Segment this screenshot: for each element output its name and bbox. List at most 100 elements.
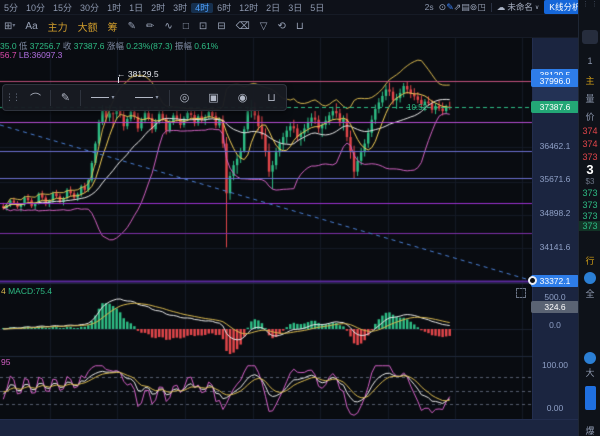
- timeframe-5分[interactable]: 5分: [0, 3, 22, 13]
- drawing-toolbar[interactable]: ⋮⋮⌒✎▾▾◎▣◉⊔: [2, 84, 287, 111]
- rail-item: 3: [579, 162, 600, 177]
- rail-item: 374: [579, 126, 600, 136]
- wave-icon[interactable]: ∿: [164, 21, 172, 32]
- image-icon[interactable]: ▤: [461, 2, 470, 12]
- price-alert-tick: [118, 77, 119, 83]
- info-fragment: 收: [63, 41, 74, 51]
- delete-tool[interactable]: ⊔: [257, 91, 286, 104]
- indicator-tick: 0.0: [532, 320, 578, 330]
- trendline-endpoint-handle[interactable]: [528, 276, 537, 285]
- rail-item: 大: [579, 366, 600, 379]
- rail-feature-icon[interactable]: [584, 352, 596, 364]
- topbar-right: 2s ⊙✎⇗▤⊚◳ ☁未命名∨ K线分析 ≺: [425, 0, 600, 14]
- timeframe-4时[interactable]: 4时: [191, 3, 213, 13]
- visibility-tool[interactable]: ◉: [228, 91, 257, 104]
- info-fragment: 0.23%(87.3): [126, 41, 175, 51]
- rail-item: $3: [579, 177, 600, 186]
- timeframe-30分[interactable]: 30分: [76, 3, 103, 13]
- panel-icon[interactable]: ⊟: [217, 21, 225, 32]
- price-alert-marker[interactable]: ← 38129.5: [117, 69, 159, 79]
- trading-app: 5分10分15分30分1时1日2时3时4时6时12时2日3日5日 2s ⊙✎⇗▤…: [0, 0, 600, 436]
- price-badge-33372.1: 33372.1: [531, 275, 579, 287]
- magnet-tool[interactable]: ⌒: [21, 90, 50, 106]
- info-fragment: 振幅: [175, 41, 194, 51]
- indicator-tick: 0.00: [532, 403, 578, 413]
- trash-icon[interactable]: ⊔: [296, 21, 304, 32]
- box-icon[interactable]: □: [183, 21, 189, 32]
- rail-item: 373: [579, 221, 600, 231]
- rail-item: 374: [579, 139, 600, 149]
- chart-type-icon[interactable]: ⊞▾: [4, 21, 15, 32]
- rail-item: 373: [579, 211, 600, 221]
- edit-icon[interactable]: ✎: [446, 2, 454, 12]
- text-tool[interactable]: Aa: [25, 21, 37, 32]
- chevron-down-icon: ∨: [535, 4, 539, 11]
- target-tool[interactable]: ◎: [170, 91, 199, 104]
- indicator-tick: 100.00: [532, 360, 578, 370]
- cloud-icon: ☁: [497, 2, 506, 13]
- chips-tab[interactable]: 筹: [108, 19, 118, 34]
- price-tick: 36462.1: [532, 141, 578, 151]
- macd-expand-icon[interactable]: [516, 288, 526, 298]
- pencil-tool[interactable]: ✎: [51, 91, 80, 104]
- line-style-1[interactable]: ▾: [81, 92, 125, 104]
- layers-icon[interactable]: ⟲: [277, 21, 285, 32]
- boll-info-line: 56.7 LB:36097.3: [0, 50, 62, 60]
- info-fragment: 0.61%: [194, 41, 218, 51]
- timeframe-2时[interactable]: 2时: [147, 3, 169, 13]
- time-axis[interactable]: [0, 419, 578, 436]
- tools-bar: ⊞▾ Aa 主力大额筹 ✎ ✏ ∿ □ ⊡ ⊟ ⌫ ▽ ⟲ ⊔: [0, 15, 600, 38]
- copy-icon[interactable]: ⊡: [199, 21, 207, 32]
- rail-item: 全: [579, 287, 600, 300]
- indicator-badge: 324.6: [531, 301, 579, 313]
- kdj-label: 95: [1, 357, 10, 367]
- box-one-tool[interactable]: ▣: [199, 91, 228, 104]
- price-tick: 34898.2: [532, 208, 578, 218]
- timeframe-6时[interactable]: 6时: [213, 3, 235, 13]
- line-style-2[interactable]: ▾: [125, 92, 169, 104]
- rail-item: 373: [579, 200, 600, 210]
- pencil-icon[interactable]: ✎: [128, 21, 136, 32]
- timeframe-15分[interactable]: 15分: [49, 3, 76, 13]
- timeframe-2日[interactable]: 2日: [262, 3, 284, 13]
- timeframe-1日[interactable]: 1日: [125, 3, 147, 13]
- timeframe-bar: 5分10分15分30分1时1日2时3时4时6时12时2日3日5日 2s ⊙✎⇗▤…: [0, 0, 600, 15]
- cloud-save-label[interactable]: ☁未命名∨: [497, 1, 539, 13]
- timeframe-1时[interactable]: 1时: [103, 3, 125, 13]
- timeframe-3日[interactable]: 3日: [284, 3, 306, 13]
- rail-item: ⋮ ⋮: [579, 2, 600, 7]
- price-tick: 35671.6: [532, 174, 578, 184]
- topbar-icons: ⊙✎⇗▤⊚◳: [439, 2, 486, 12]
- eraser-icon[interactable]: ⌫: [236, 21, 250, 32]
- rail-item: 行: [579, 254, 600, 267]
- rail-action-bar[interactable]: [585, 386, 596, 410]
- macd-label: 4 MACD:75.4: [1, 286, 52, 296]
- candle-countdown: 2s: [425, 2, 434, 12]
- brush-icon[interactable]: ✏: [146, 21, 154, 32]
- rail-item: 主: [579, 74, 600, 87]
- main-force-tab[interactable]: 主力: [48, 19, 68, 34]
- timeframe-3时[interactable]: 3时: [169, 3, 191, 13]
- rail-item: 1: [579, 56, 600, 66]
- rail-item: 量: [579, 92, 600, 105]
- rail-item: 爆: [579, 424, 600, 436]
- rail-item: 373: [579, 152, 600, 162]
- rail-item: 价: [579, 110, 600, 123]
- right-order-book-rail[interactable]: ⋮ ⋮1主量价3743743733$3373373373373行全大爆: [578, 0, 600, 436]
- drag-handle[interactable]: ⋮⋮: [3, 92, 21, 103]
- filter-icon[interactable]: ▽: [260, 21, 268, 32]
- divider: [491, 3, 492, 12]
- timeframe-5日[interactable]: 5日: [306, 3, 328, 13]
- boll-lb-value: LB:36097.3: [19, 50, 62, 60]
- rail-button[interactable]: [582, 30, 598, 44]
- rail-feature-icon[interactable]: [584, 272, 596, 284]
- timeframe-list: 5分10分15分30分1时1日2时3时4时6时12时2日3日5日: [0, 1, 328, 14]
- info-fragment: 涨幅: [107, 41, 126, 51]
- large-order-tab[interactable]: 大额: [78, 19, 98, 34]
- timeframe-12时[interactable]: 12时: [235, 3, 262, 13]
- timeframe-10分[interactable]: 10分: [22, 3, 49, 13]
- rail-item: 373: [579, 188, 600, 198]
- price-badge-37387.6: 37387.6: [531, 101, 579, 113]
- fullscreen-icon[interactable]: ◳: [477, 2, 486, 12]
- info-fragment: 37387.6: [74, 41, 107, 51]
